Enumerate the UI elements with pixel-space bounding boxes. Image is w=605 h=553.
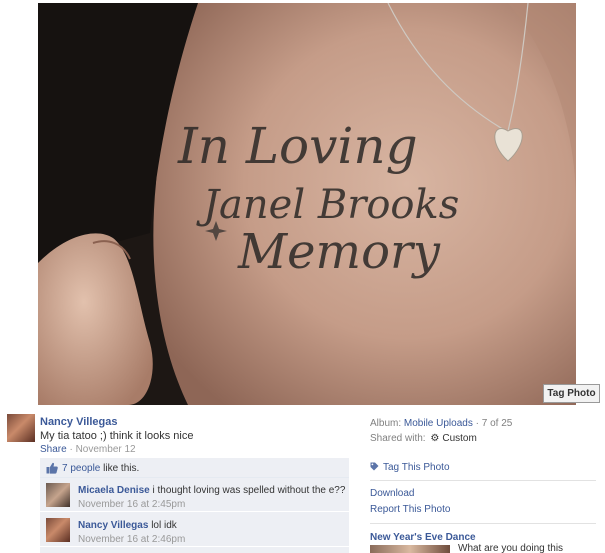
event-description: What are you doing this <box>458 543 564 553</box>
comment-item: Micaela Denise i thought loving was spel… <box>40 479 349 512</box>
tattoo-line-2: Janel Brooks <box>196 182 459 228</box>
commenter-avatar[interactable] <box>46 483 70 507</box>
comment-item: Nancy Villegas lol idk November 16 at 2:… <box>40 514 349 547</box>
comment-time[interactable]: November 16 at 2:45pm <box>78 499 185 510</box>
likes-row: 7 people like this. <box>40 458 349 478</box>
privacy-value[interactable]: Custom <box>442 433 476 444</box>
likes-count-link[interactable]: 7 people <box>62 463 100 474</box>
comment-author: Nancy Villegas lol idk <box>78 520 177 531</box>
likes-suffix: like this. <box>100 463 140 474</box>
share-link[interactable]: Share <box>40 444 67 455</box>
comment-text: lol idk <box>151 520 177 531</box>
report-photo-link[interactable]: Report This Photo <box>370 504 450 515</box>
event-title-link[interactable]: New Year's Eve Dance <box>370 532 476 543</box>
tattoo-photo-image: In Loving Janel Brooks Memory <box>38 3 576 405</box>
divider <box>370 523 596 524</box>
shared-label: Shared with: <box>370 433 426 444</box>
tattoo-line-1: In Loving <box>177 117 418 175</box>
feedback-box: 7 people like this. Micaela Denise i tho… <box>40 458 349 553</box>
tattoo-line-3: Memory <box>237 224 441 280</box>
tag-this-photo-label: Tag This Photo <box>383 462 450 473</box>
photo[interactable]: In Loving Janel Brooks Memory <box>38 3 576 405</box>
comment-author: Micaela Denise i thought loving was spel… <box>78 485 345 496</box>
tag-icon <box>370 462 379 471</box>
post-date[interactable]: November 12 <box>76 444 136 455</box>
poster-name[interactable]: Nancy Villegas <box>40 416 117 428</box>
divider <box>370 480 596 481</box>
event-thumbnail[interactable] <box>370 545 450 553</box>
commenter-avatar[interactable] <box>46 518 70 542</box>
tag-photo-button[interactable]: Tag Photo <box>543 384 600 403</box>
poster-avatar[interactable] <box>7 414 35 442</box>
gear-icon[interactable]: ⚙ <box>430 433 439 444</box>
tag-this-photo-link[interactable]: Tag This Photo <box>370 462 450 473</box>
album-info: Album: Mobile Uploads · 7 of 25 <box>370 418 512 429</box>
privacy-info: Shared with: ⚙ Custom <box>370 433 477 444</box>
comment-author-name[interactable]: Micaela Denise <box>78 485 150 496</box>
album-label: Album: <box>370 418 402 429</box>
comment-time[interactable]: November 16 at 2:46pm <box>78 534 185 545</box>
comment-author-name[interactable]: Nancy Villegas <box>78 520 148 531</box>
album-link[interactable]: Mobile Uploads <box>404 418 473 429</box>
thumbs-up-icon <box>46 462 58 474</box>
meta-separator: · <box>66 444 76 455</box>
comment-text: i thought loving was spelled without the… <box>152 485 346 496</box>
post-meta: Share · November 12 <box>40 444 136 455</box>
photo-caption: My tia tatoo ;) think it looks nice <box>40 430 194 442</box>
likes-text: 7 people like this. <box>62 463 139 474</box>
download-link[interactable]: Download <box>370 488 414 499</box>
album-position: · 7 of 25 <box>475 418 513 429</box>
photo-stage: In Loving Janel Brooks Memory Tag Photo <box>0 0 605 408</box>
